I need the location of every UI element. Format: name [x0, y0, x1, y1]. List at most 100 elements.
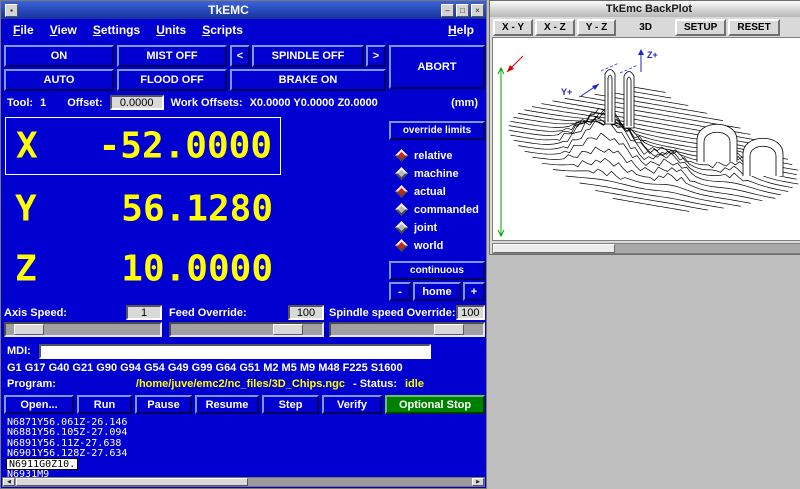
radio-label: world	[414, 240, 443, 252]
spindle-override-group: Spindle speed Override: 100	[329, 305, 485, 339]
home-button[interactable]: home	[413, 282, 461, 301]
radio-indicator-icon	[395, 203, 408, 216]
y-axis-label: Y+	[561, 87, 572, 97]
mist-button[interactable]: MIST OFF	[117, 45, 227, 67]
tab-setup[interactable]: SETUP	[675, 19, 726, 36]
spindle-button[interactable]: SPINDLE OFF	[252, 45, 364, 67]
axis-readout-z[interactable]: Z 10.0000	[5, 242, 281, 296]
menu-view[interactable]: View	[42, 21, 85, 39]
horizontal-scrollbar[interactable]: ◀ ▶	[2, 477, 485, 487]
jog-minus-button[interactable]: -	[389, 282, 411, 301]
axis-y-value: 56.1280	[121, 188, 273, 229]
spindle-slower-button[interactable]: <	[230, 45, 250, 67]
axis-speed-value: 1	[126, 305, 162, 320]
status-value: idle	[405, 378, 424, 390]
axis-z-value: 10.0000	[121, 249, 273, 290]
backplot-canvas[interactable]: Z+ Y+	[492, 37, 800, 241]
open-button[interactable]: Open...	[4, 395, 74, 414]
spindle-override-label: Spindle speed Override:	[329, 307, 456, 319]
verify-button[interactable]: Verify	[322, 395, 382, 414]
program-path: /home/juve/emc2/nc_files/3D_Chips.ngc	[136, 378, 345, 390]
jog-mode-dropdown[interactable]: continuous	[389, 261, 485, 280]
radio-actual[interactable]: actual	[397, 184, 446, 199]
tab-yz[interactable]: Y - Z	[577, 19, 616, 36]
backplot-scrollbar-thumb[interactable]	[493, 244, 615, 253]
maximize-icon[interactable]: □	[456, 4, 469, 17]
optional-stop-button[interactable]: Optional Stop	[385, 395, 485, 414]
radio-indicator-icon	[395, 149, 408, 162]
feed-override-slider[interactable]	[169, 322, 324, 337]
backplot-titlebar[interactable]: TkEmc BackPlot	[490, 1, 800, 17]
mdi-input[interactable]	[39, 344, 431, 359]
tab-xy[interactable]: X - Y	[493, 19, 533, 36]
program-text-area[interactable]: N6871Y56.061Z-26.146 N6881Y56.105Z-27.09…	[3, 416, 486, 479]
radio-world[interactable]: world	[397, 238, 443, 253]
machine-on-button[interactable]: ON	[4, 45, 114, 67]
program-line-active: N6911G0Z10.	[7, 459, 77, 469]
jog-plus-button[interactable]: +	[463, 282, 485, 301]
radio-indicator-icon	[395, 185, 408, 198]
scrollbar-thumb[interactable]	[16, 478, 248, 486]
y-axis-arrowhead-icon	[592, 84, 599, 90]
scroll-right-icon[interactable]: ▶	[472, 478, 484, 486]
work-offsets-value: X0.0000 Y0.0000 Z0.0000	[250, 97, 378, 109]
tool-value: 1	[40, 97, 46, 109]
resume-button[interactable]: Resume	[195, 395, 259, 414]
window-menu-icon[interactable]: ▪	[5, 4, 18, 17]
axis-x-letter: X	[16, 126, 38, 167]
active-gcodes: G1 G17 G40 G21 G90 G94 G54 G49 G99 G64 G…	[7, 362, 403, 374]
radio-relative[interactable]: relative	[397, 148, 453, 163]
pause-button[interactable]: Pause	[135, 395, 192, 414]
axis-readout-x[interactable]: X -52.0000	[5, 117, 281, 175]
work-offsets-label: Work Offsets:	[171, 97, 243, 109]
radio-commanded[interactable]: commanded	[397, 202, 479, 217]
backplot-tabs: X - Y X - Z Y - Z 3D SETUP RESET	[490, 17, 800, 37]
minimize-icon[interactable]: –	[441, 4, 454, 17]
program-line: N6891Y56.11Z-27.638	[7, 438, 482, 448]
slider-handle[interactable]	[14, 324, 44, 335]
offset-label: Offset:	[67, 97, 102, 109]
tab-3d[interactable]: 3D	[630, 19, 661, 36]
mdi-label: MDI:	[7, 345, 31, 357]
spindle-override-slider[interactable]	[329, 322, 485, 337]
offset-entry[interactable]: 0.0000	[110, 95, 164, 110]
step-button[interactable]: Step	[262, 395, 319, 414]
slider-handle[interactable]	[273, 324, 303, 335]
menu-file[interactable]: File	[5, 21, 42, 39]
menu-help[interactable]: Help	[440, 21, 482, 39]
scroll-left-icon[interactable]: ◀	[3, 478, 15, 486]
run-button[interactable]: Run	[77, 395, 132, 414]
override-limits-button[interactable]: override limits	[389, 121, 485, 140]
z-axis-arrowhead-icon	[638, 49, 644, 55]
program-line: N6901Y56.128Z-27.634	[7, 448, 482, 458]
mode-auto-button[interactable]: AUTO	[4, 69, 114, 91]
radio-joint[interactable]: joint	[397, 220, 437, 235]
axis-x-value: -52.0000	[99, 126, 272, 167]
abort-button[interactable]: ABORT	[389, 45, 485, 89]
slider-handle[interactable]	[434, 324, 464, 335]
axis-speed-slider[interactable]	[4, 322, 162, 337]
menu-units[interactable]: Units	[148, 21, 194, 39]
axis-speed-label: Axis Speed:	[4, 307, 67, 319]
spindle-faster-button[interactable]: >	[366, 45, 386, 67]
tool-row: Tool: 1 Offset: 0.0000 Work Offsets: X0.…	[7, 94, 478, 111]
tab-reset[interactable]: RESET	[728, 19, 779, 36]
menu-settings[interactable]: Settings	[85, 21, 148, 39]
tkemc-window: ▪ TkEMC – □ × File View Settings Units S…	[0, 0, 487, 489]
axis-speed-group: Axis Speed: 1	[4, 305, 162, 339]
program-row: Program: /home/juve/emc2/nc_files/3D_Chi…	[7, 378, 480, 390]
tab-xz[interactable]: X - Z	[535, 19, 575, 36]
spindle-override-value: 100	[456, 305, 485, 320]
feed-override-label: Feed Override:	[169, 307, 247, 319]
radio-label: commanded	[414, 204, 479, 216]
brake-button[interactable]: BRAKE ON	[230, 69, 386, 91]
axis-readout-y[interactable]: Y 56.1280	[5, 181, 281, 236]
backplot-scrollbar[interactable]	[492, 243, 800, 254]
program-label: Program:	[7, 378, 56, 390]
status-label: - Status:	[353, 378, 397, 390]
flood-button[interactable]: FLOOD OFF	[117, 69, 227, 91]
menu-scripts[interactable]: Scripts	[194, 21, 251, 39]
radio-machine[interactable]: machine	[397, 166, 459, 181]
close-icon[interactable]: ×	[471, 4, 484, 17]
titlebar[interactable]: ▪ TkEMC – □ ×	[1, 1, 486, 19]
